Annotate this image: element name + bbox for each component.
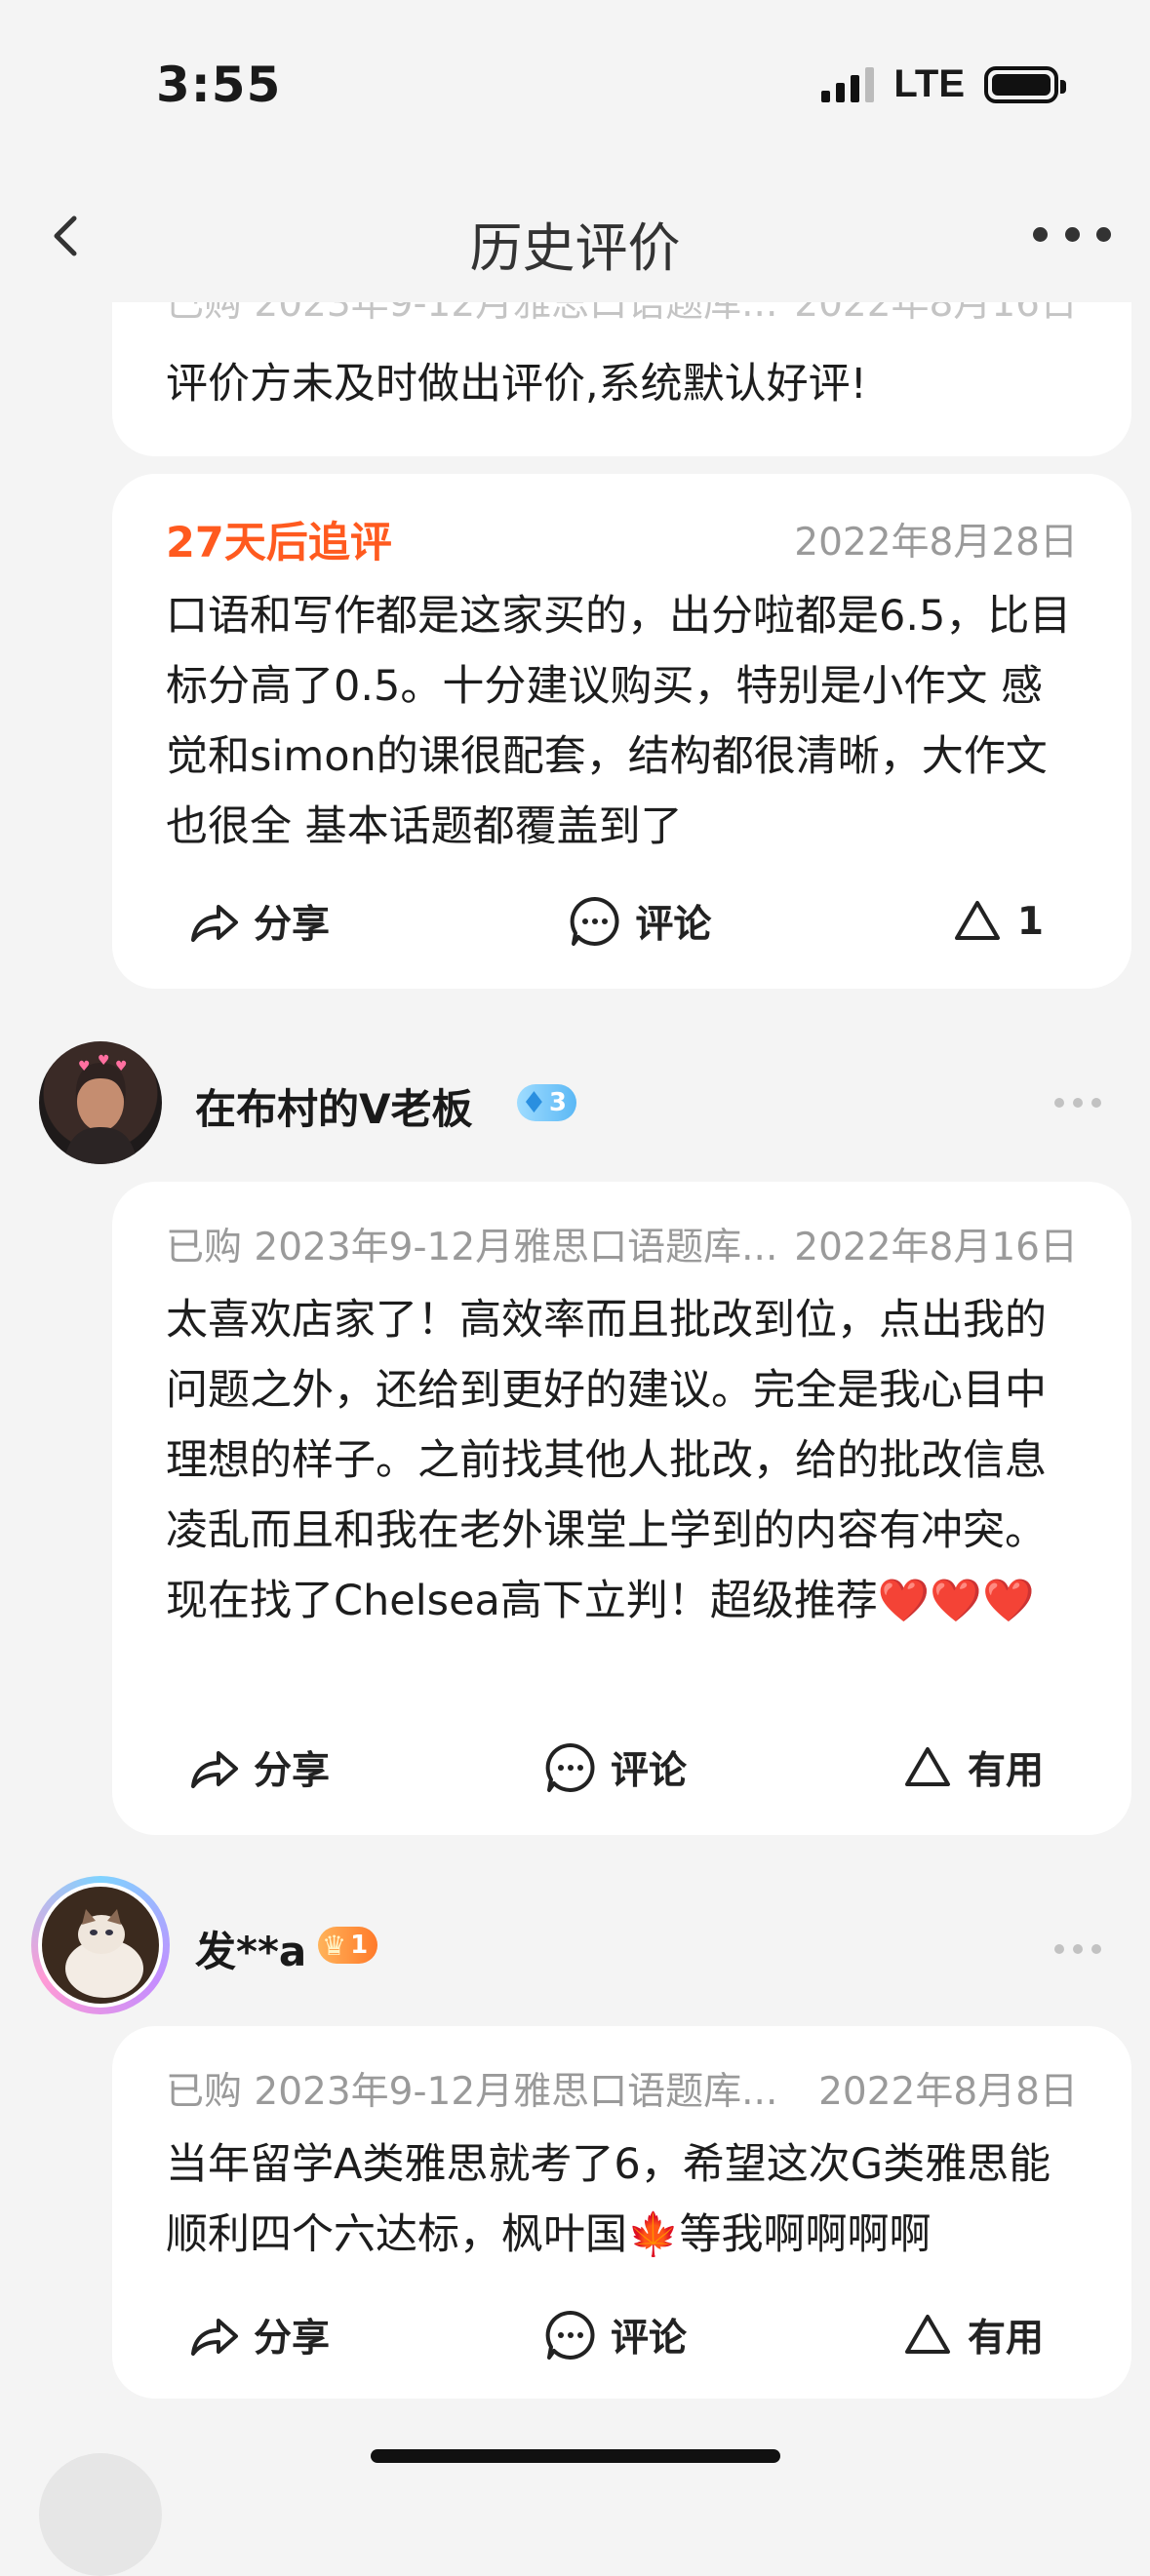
avatar[interactable]: ♥ ♥ ♥ xyxy=(39,1041,162,1164)
svg-text:♥: ♥ xyxy=(98,1053,110,1069)
share-button[interactable]: 分享 xyxy=(185,1739,330,1796)
comment-label: 评论 xyxy=(610,1749,687,1793)
dot-icon xyxy=(1064,226,1080,242)
review-text: 评价方未及时做出评价,系统默认好评! xyxy=(166,360,867,409)
useful-count: 1 xyxy=(1016,899,1044,944)
svg-text:♥: ♥ xyxy=(115,1059,128,1074)
cellular-signal-icon xyxy=(821,66,875,102)
share-icon xyxy=(191,1751,238,1788)
more-options-button[interactable] xyxy=(1033,215,1111,254)
comment-button[interactable]: 评论 xyxy=(542,1739,687,1796)
home-indicator[interactable] xyxy=(371,2449,780,2463)
review-actions: 分享 评论 有用 xyxy=(112,1734,1131,1802)
avatar-image xyxy=(38,1883,163,2008)
share-label: 分享 xyxy=(254,1749,331,1793)
review-date: 2022年8月8日 xyxy=(818,2070,1078,2114)
badge-level: 3 xyxy=(548,1088,567,1117)
comment-button[interactable]: 评论 xyxy=(542,2307,687,2363)
review-card: 已购 2023年9-12月雅思口语题库... 2022年8月8日 当年留学A类雅… xyxy=(112,2026,1131,2399)
page-title: 历史评价 xyxy=(469,217,681,279)
dot-icon xyxy=(1033,226,1048,242)
comment-icon xyxy=(571,896,619,946)
reviewer-name[interactable]: 发**a xyxy=(195,1919,306,1978)
share-button[interactable]: 分享 xyxy=(185,893,330,950)
triangle-icon xyxy=(904,2315,950,2354)
review-text: 当年留学A类雅思就考了6，希望这次G类雅思能顺利四个六达标，枫叶国🍁等我啊啊啊啊 xyxy=(166,2140,1051,2259)
crown-icon: ♛ xyxy=(322,1929,347,1962)
status-bar: 3:55 LTE xyxy=(0,0,1150,176)
reviewer-name[interactable]: 在布村的V老板 xyxy=(195,1076,473,1136)
useful-label: 有用 xyxy=(967,2317,1044,2361)
network-type: LTE xyxy=(893,62,965,105)
avatar[interactable] xyxy=(31,1876,170,2014)
review-actions: 分享 评论 有用 xyxy=(112,2301,1131,2369)
comment-icon xyxy=(545,1742,595,1792)
review-meta: 已购 2023年9-12月雅思口语题库... 2022年8月8日 xyxy=(166,2061,1078,2116)
status-indicators: LTE xyxy=(821,62,1066,106)
more-options-button[interactable] xyxy=(1054,1098,1101,1108)
svg-text:♥: ♥ xyxy=(78,1059,91,1074)
share-label: 分享 xyxy=(254,903,331,947)
useful-button[interactable]: 有用 xyxy=(899,1739,1044,1796)
useful-button[interactable]: 有用 xyxy=(899,2307,1044,2363)
share-button[interactable]: 分享 xyxy=(185,2307,330,2363)
diamond-icon: ♦ xyxy=(521,1085,547,1120)
reviewer-row: ♥ ♥ ♥ 在布村的V老板 ♦ 3 xyxy=(0,1041,1150,1168)
comment-button[interactable]: 评论 xyxy=(567,893,711,950)
member-level-badge: ♦ 3 xyxy=(517,1084,576,1121)
review-actions: 分享 评论 1 xyxy=(112,887,1131,956)
useful-label: 有用 xyxy=(967,1749,1044,1793)
review-card: 已购 2023年9-12月雅思口语题库... 2022年8月16日 太喜欢店家了… xyxy=(112,1182,1131,1835)
battery-icon xyxy=(984,65,1066,103)
followup-review-card: 27天后追评 2022年8月28日 口语和写作都是这家买的，出分啦都是6.5，比… xyxy=(112,474,1131,989)
avatar[interactable] xyxy=(39,2453,162,2576)
followup-date: 2022年8月28日 xyxy=(794,521,1078,565)
comment-label: 评论 xyxy=(610,2317,687,2361)
purchased-item-link[interactable]: 已购 2023年9-12月雅思口语题库... xyxy=(166,2061,777,2116)
followup-text: 口语和写作都是这家买的，出分啦都是6.5，比目标分高了0.5。十分建议购买，特别… xyxy=(166,592,1072,851)
avatar-image: ♥ ♥ ♥ xyxy=(63,1053,138,1164)
share-label: 分享 xyxy=(254,2317,331,2361)
dot-icon xyxy=(1096,226,1111,242)
comment-icon xyxy=(545,2310,595,2360)
badge-level: 1 xyxy=(350,1931,369,1960)
review-text: 太喜欢店家了！高效率而且批改到位，点出我的问题之外，还给到更好的建议。完全是我心… xyxy=(166,1296,1047,1625)
member-level-badge: ♛ 1 xyxy=(318,1927,378,1964)
purchased-item-link[interactable]: 已购 2023年9-12月雅思口语题库... xyxy=(166,1217,777,1271)
useful-button[interactable]: 1 xyxy=(949,893,1044,950)
followup-label: 27天后追评 xyxy=(166,519,392,567)
share-icon xyxy=(191,905,238,942)
review-meta: 已购 2023年9-12月雅思口语题库... 2022年8月16日 xyxy=(166,1217,1078,1271)
navigation-bar: 历史评价 xyxy=(0,176,1150,302)
triangle-icon xyxy=(954,901,1000,940)
triangle-icon xyxy=(904,1747,950,1786)
comment-label: 评论 xyxy=(635,903,712,947)
status-time: 3:55 xyxy=(156,57,282,113)
reviewer-row: 发**a ♛ 1 xyxy=(0,1876,1150,2014)
review-date: 2022年8月16日 xyxy=(794,1226,1078,1269)
share-icon xyxy=(191,2319,238,2356)
more-options-button[interactable] xyxy=(1054,1944,1101,1954)
